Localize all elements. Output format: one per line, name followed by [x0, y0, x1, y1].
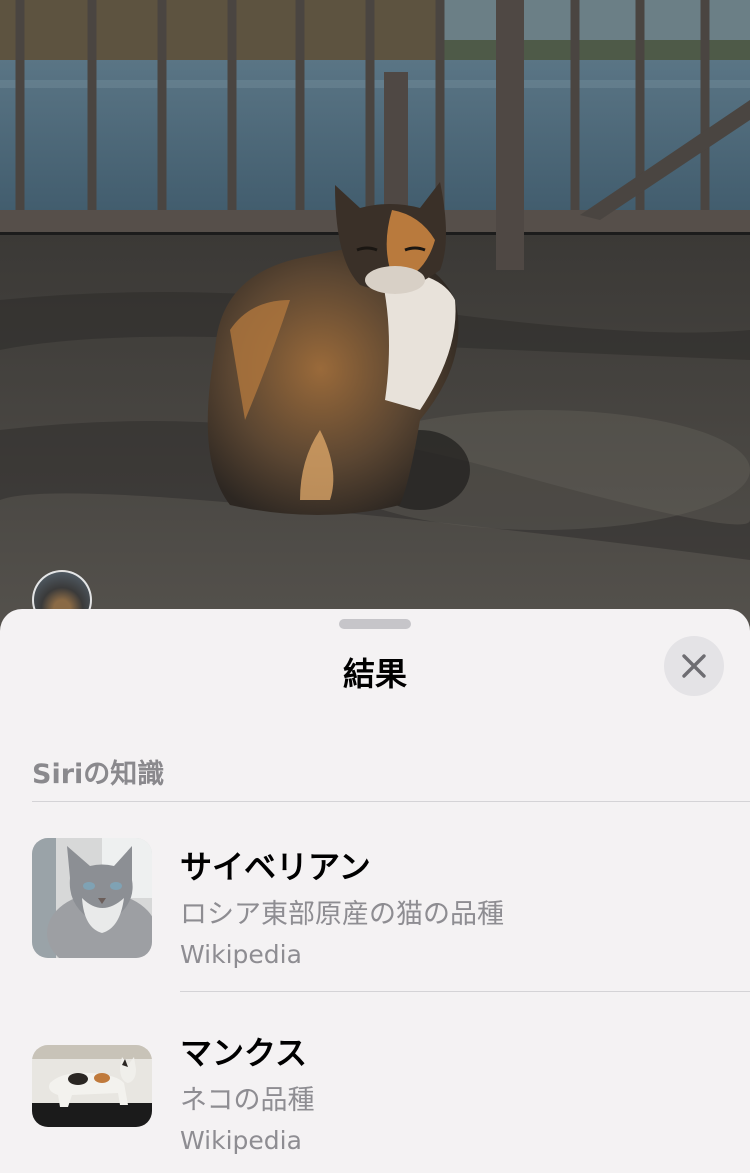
calico-cat-photo: [0, 0, 750, 640]
result-item-manx[interactable]: マンクス ネコの品種 Wikipedia: [0, 992, 750, 1173]
result-item-siberian[interactable]: サイベリアン ロシア東部原産の猫の品種 Wikipedia: [0, 802, 750, 992]
result-source: Wikipedia: [180, 940, 302, 969]
result-source: Wikipedia: [180, 1126, 302, 1155]
result-title: サイベリアン: [180, 848, 371, 886]
result-description: ロシア東部原産の猫の品種: [180, 899, 504, 930]
sheet-grabber[interactable]: [339, 619, 411, 629]
siberian-cat-thumbnail: [32, 838, 152, 958]
result-description: ネコの品種: [180, 1085, 315, 1116]
close-button[interactable]: [664, 636, 724, 696]
background-photo: [0, 0, 750, 640]
result-title: マンクス: [180, 1034, 308, 1072]
sheet-title: 結果: [342, 655, 407, 693]
manx-cat-thumbnail: [32, 1045, 152, 1127]
close-icon: [682, 654, 706, 678]
results-sheet: 結果 Siriの知識 サイベリアン ロシア東部原産の猫の品種 Wikipedia: [0, 609, 750, 1173]
section-header: Siriの知識: [32, 759, 165, 790]
